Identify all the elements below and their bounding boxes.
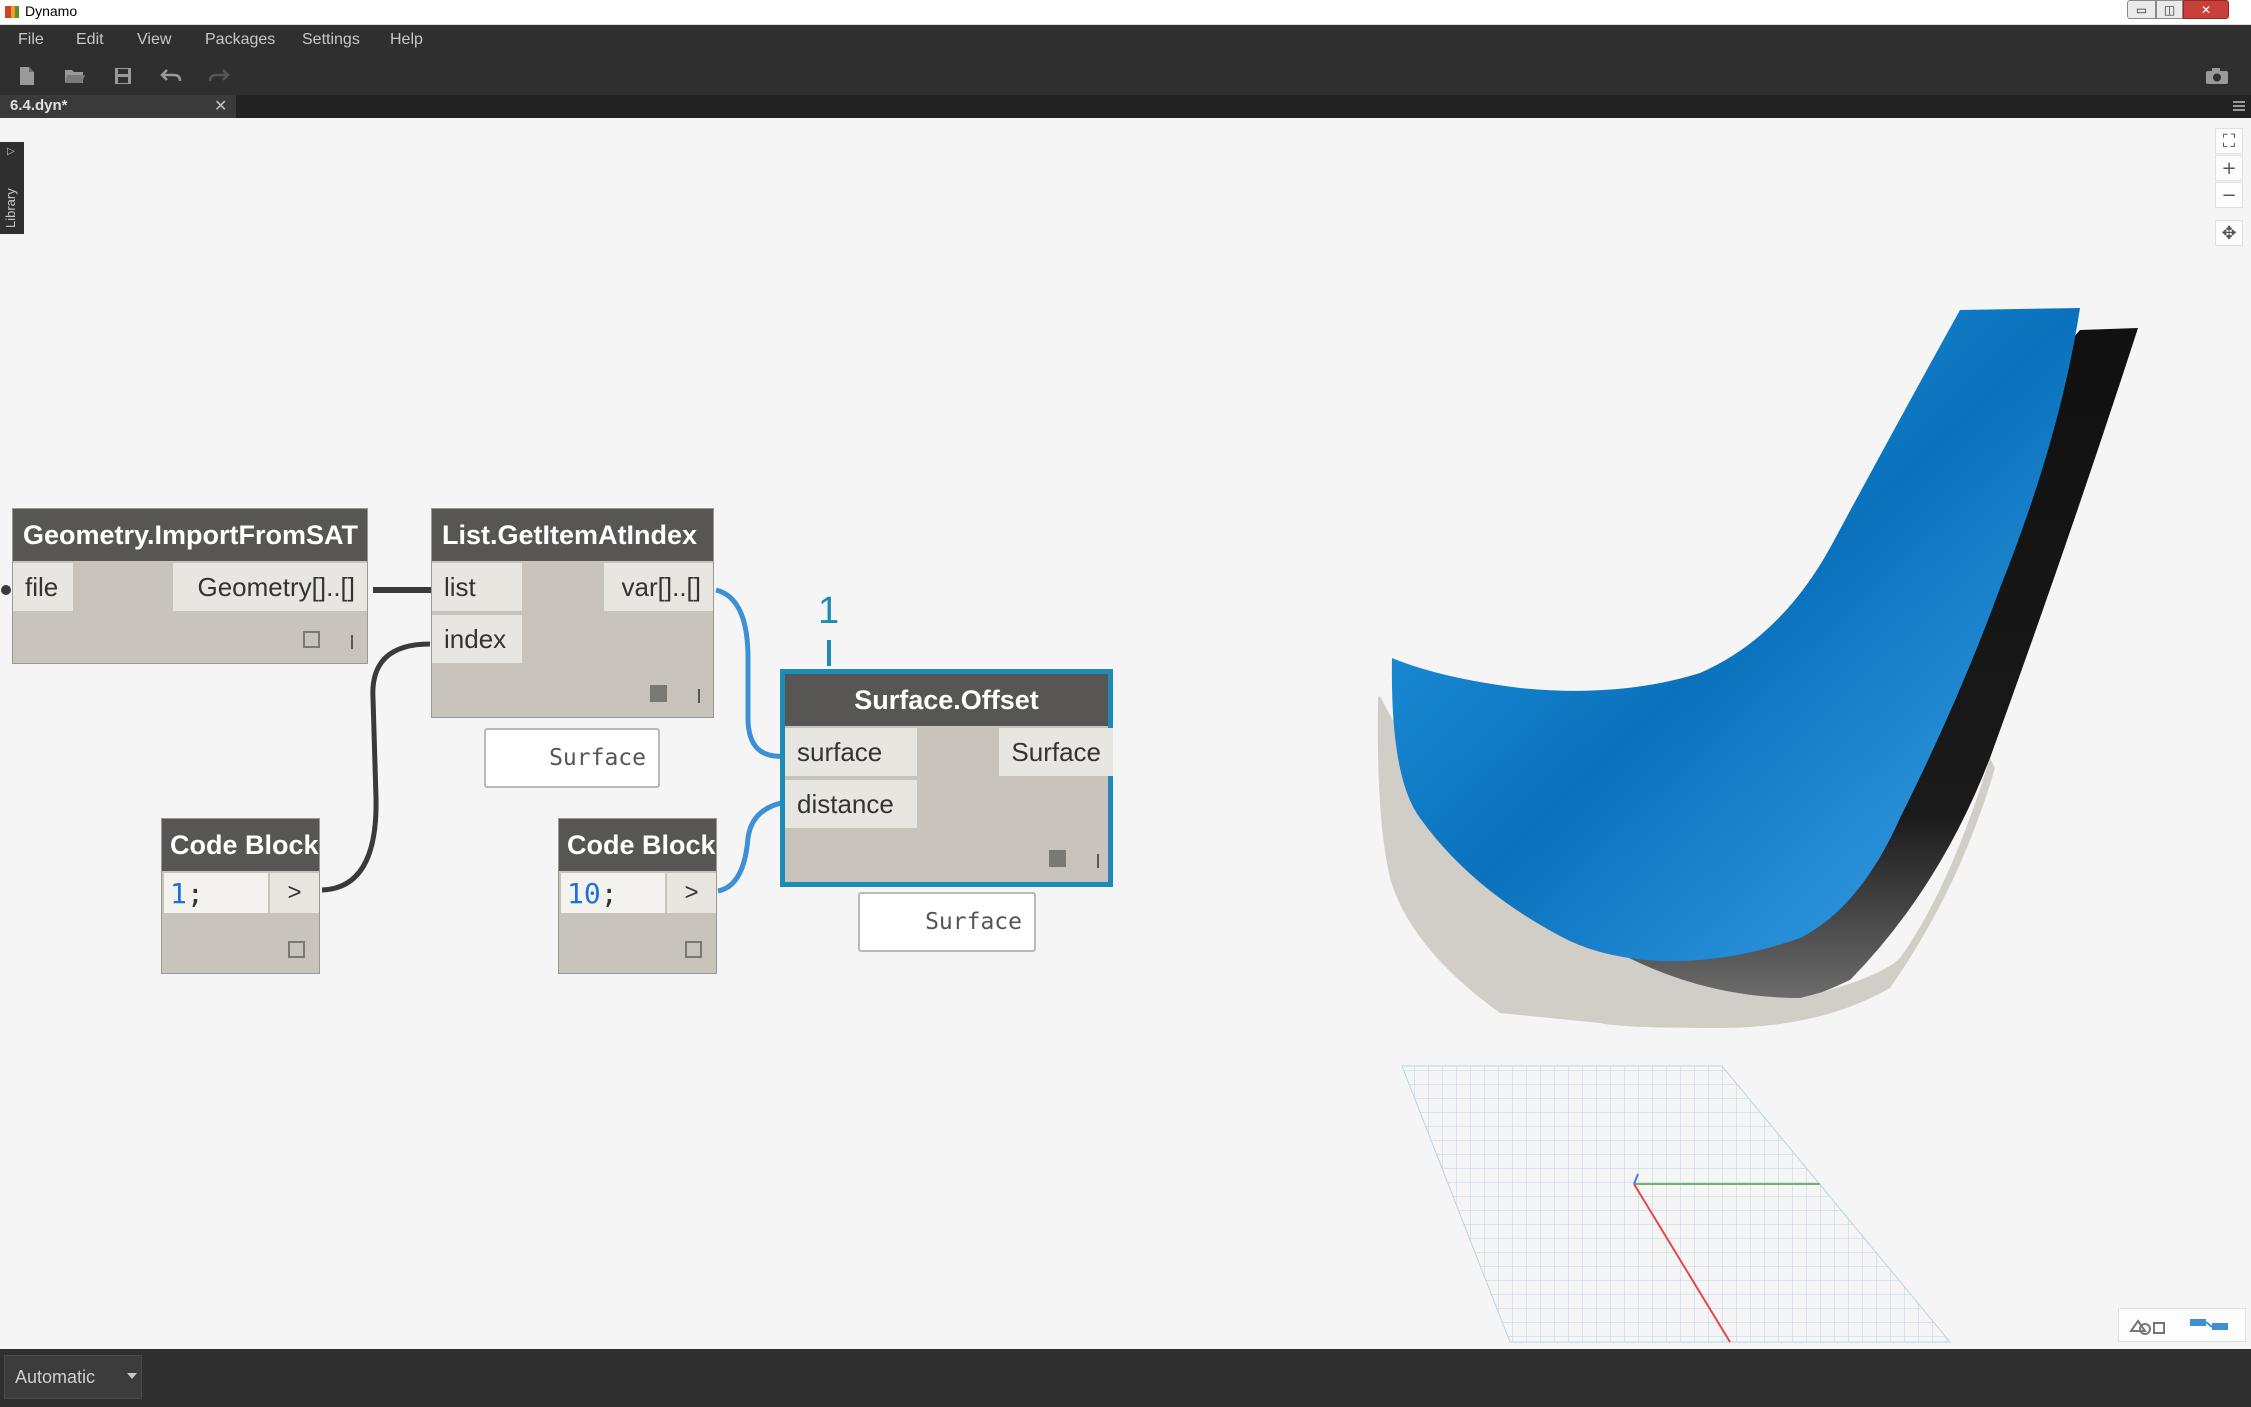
code-semicolon: ; [186,876,204,910]
minimize-button[interactable]: ▭ [2127,0,2156,19]
node-title: Geometry.ImportFromSAT [13,509,367,561]
tab-menu-icon[interactable] [2231,98,2247,114]
code-value: 10 [567,876,601,910]
menu-edit[interactable]: Edit [76,31,104,49]
run-mode-dropdown[interactable]: Automatic [4,1355,142,1399]
toolbar [0,57,2251,95]
node-list-get-item-at-index[interactable]: List.GetItemAtIndex list index var[]..[] [431,508,714,718]
camera-icon[interactable] [2204,64,2230,88]
input-port-distance[interactable]: distance [785,780,917,828]
wire-list-to-surface [715,587,787,759]
menu-view[interactable]: View [137,31,171,49]
preview-bubble-surface-offset[interactable]: Surface [858,892,1036,952]
graph-view-icon[interactable] [2185,1309,2235,1343]
view-toggle [2118,1308,2246,1342]
tab-strip: 6.4.dyn* ✕ [0,95,2251,118]
tab-close-icon[interactable]: ✕ [214,96,227,115]
save-icon[interactable] [110,64,136,88]
status-bar: Automatic [0,1349,2251,1407]
wire-endpoint [1,585,11,595]
blue-surface [1391,308,2080,962]
code-semicolon: ; [600,876,618,910]
input-port-surface[interactable]: surface [785,728,917,776]
preview-toggle-icon[interactable] [650,685,667,702]
preview-bubble-get-item[interactable]: Surface [484,728,660,788]
zoom-fit-icon[interactable]: ⛶ [2215,128,2243,154]
dynamo-logo-icon [5,6,19,18]
tab-workspace[interactable]: 6.4.dyn* ✕ [0,95,236,118]
input-port-list[interactable]: list [432,563,522,611]
window-title: Dynamo [25,3,78,19]
pan-icon[interactable]: ✥ [2215,220,2243,246]
zoom-out-icon[interactable]: − [2215,182,2243,208]
input-port-file[interactable]: file [13,563,73,611]
node-title: Surface.Offset [785,674,1108,726]
workspace-canvas[interactable]: ▷ Library ⛶ + − ✥ Geometry.ImportFromSAT… [0,118,2251,1349]
callout-number: 1 [818,590,840,632]
close-window-button[interactable]: ✕ [2183,0,2229,19]
menu-packages[interactable]: Packages [205,31,275,49]
run-mode-label: Automatic [15,1367,96,1387]
preview-toggle-icon[interactable] [685,941,702,958]
preview-toggle-icon[interactable] [288,941,305,958]
node-code-block-1[interactable]: Code Block 1; > [161,818,320,974]
menu-file[interactable]: File [18,31,44,49]
node-geometry-import-from-sat[interactable]: Geometry.ImportFromSAT file Geometry[]..… [12,508,368,664]
preview-toggle-icon[interactable] [303,631,320,648]
node-resize-handle[interactable] [351,635,353,649]
zoom-in-icon[interactable]: + [2215,155,2243,181]
geometry-view-icon[interactable] [2123,1309,2173,1343]
ground-grid [1401,1065,1952,1343]
code-input-field[interactable]: 1; [164,873,268,913]
tab-label: 6.4.dyn* [10,97,68,114]
menu-help[interactable]: Help [390,31,423,49]
new-file-icon[interactable] [14,64,40,88]
node-title: Code Block [162,819,319,871]
redo-icon[interactable] [206,64,232,88]
callout-line [827,640,831,666]
output-port-code[interactable]: > [270,873,319,913]
undo-icon[interactable] [158,64,184,88]
preview-toggle-icon[interactable] [1049,850,1066,867]
menu-bar: File Edit View Packages Settings Help [0,25,2251,57]
input-port-index[interactable]: index [432,615,522,663]
node-surface-offset[interactable]: Surface.Offset surface distance Surface [780,669,1113,887]
node-code-block-2[interactable]: Code Block 10; > [558,818,717,974]
code-input-field[interactable]: 10; [561,873,665,913]
output-port-surface[interactable]: Surface [999,728,1113,776]
output-port-var[interactable]: var[]..[] [604,563,713,611]
code-value: 1 [170,876,187,910]
wire-code1-to-index [321,641,431,893]
menu-settings[interactable]: Settings [302,31,360,49]
node-resize-handle[interactable] [1097,854,1099,868]
node-resize-handle[interactable] [698,689,700,703]
output-port-geometry[interactable]: Geometry[]..[] [173,563,367,611]
output-port-code[interactable]: > [667,873,716,913]
node-title: List.GetItemAtIndex [432,509,713,561]
wire-code2-to-distance [717,799,787,894]
maximize-button[interactable]: ◫ [2156,0,2183,19]
zoom-controls: ⛶ + − ✥ [2215,128,2243,252]
title-bar: Dynamo ▭ ◫ ✕ [0,0,2251,25]
open-file-icon[interactable] [62,64,88,88]
chevron-down-icon [127,1373,137,1379]
node-title: Code Block [559,819,716,871]
